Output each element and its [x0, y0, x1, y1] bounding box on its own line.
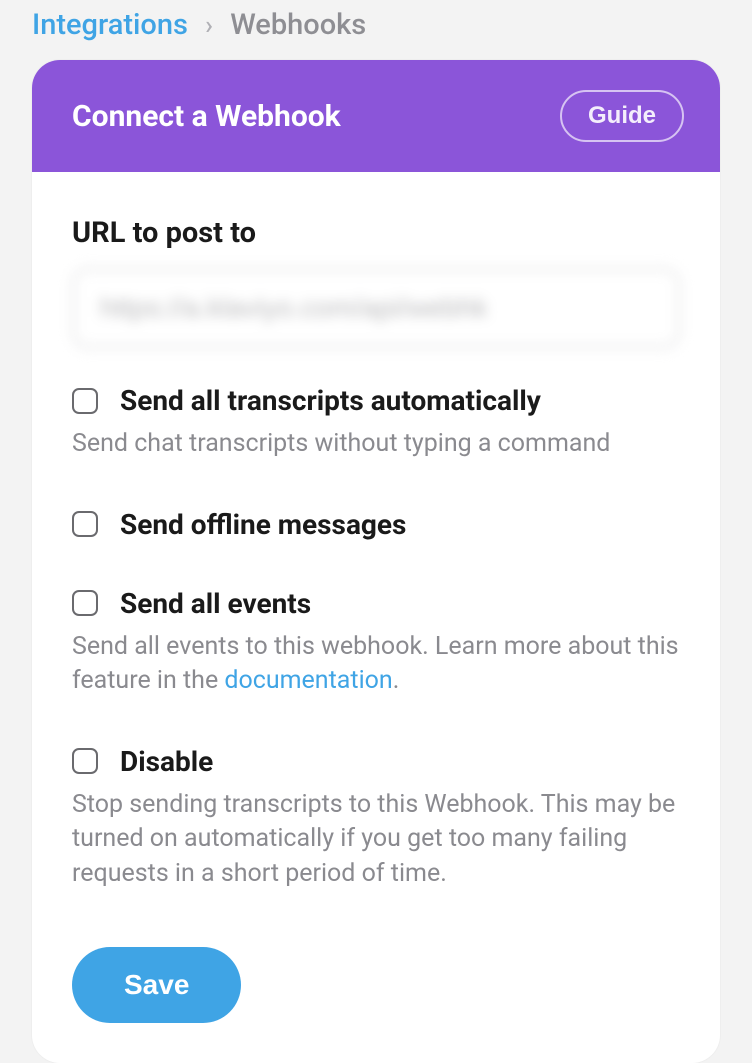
webhook-card: Connect a Webhook Guide URL to post to S…: [32, 60, 720, 1063]
option-title: Send offline messages: [120, 508, 406, 541]
option-desc: Stop sending transcripts to this Webhook…: [72, 788, 680, 892]
documentation-link[interactable]: documentation: [224, 666, 392, 695]
option-desc-text: Stop sending transcripts to this Webhook…: [72, 790, 675, 888]
breadcrumb-separator: ›: [205, 11, 213, 41]
guide-button[interactable]: Guide: [560, 90, 684, 142]
breadcrumb: Integrations › Webhooks: [0, 0, 752, 60]
option-send-events: Send all events Send all events to this …: [72, 587, 680, 699]
breadcrumb-link-integrations[interactable]: Integrations: [32, 8, 188, 42]
checkbox-send-events[interactable]: [72, 590, 98, 616]
option-send-transcripts: Send all transcripts automatically Send …: [72, 384, 680, 462]
checkbox-disable[interactable]: [72, 748, 98, 774]
option-title: Send all transcripts automatically: [120, 384, 541, 417]
option-desc: Send chat transcripts without typing a c…: [72, 427, 680, 462]
checkbox-send-offline[interactable]: [72, 511, 98, 537]
option-desc-text: Send chat transcripts without typing a c…: [72, 429, 610, 458]
card-title: Connect a Webhook: [72, 99, 341, 134]
checkbox-send-transcripts[interactable]: [72, 388, 98, 414]
url-field-label: URL to post to: [72, 216, 680, 250]
card-header: Connect a Webhook Guide: [32, 60, 720, 172]
option-send-offline: Send offline messages: [72, 508, 680, 541]
option-title: Disable: [120, 745, 213, 778]
url-input[interactable]: [72, 268, 680, 348]
save-button[interactable]: Save: [72, 947, 241, 1023]
option-desc: Send all events to this webhook. Learn m…: [72, 630, 680, 699]
option-title: Send all events: [120, 587, 311, 620]
card-body: URL to post to Send all transcripts auto…: [32, 172, 720, 1063]
breadcrumb-current: Webhooks: [230, 8, 366, 42]
option-desc-text-post: .: [393, 666, 400, 695]
option-disable: Disable Stop sending transcripts to this…: [72, 745, 680, 892]
